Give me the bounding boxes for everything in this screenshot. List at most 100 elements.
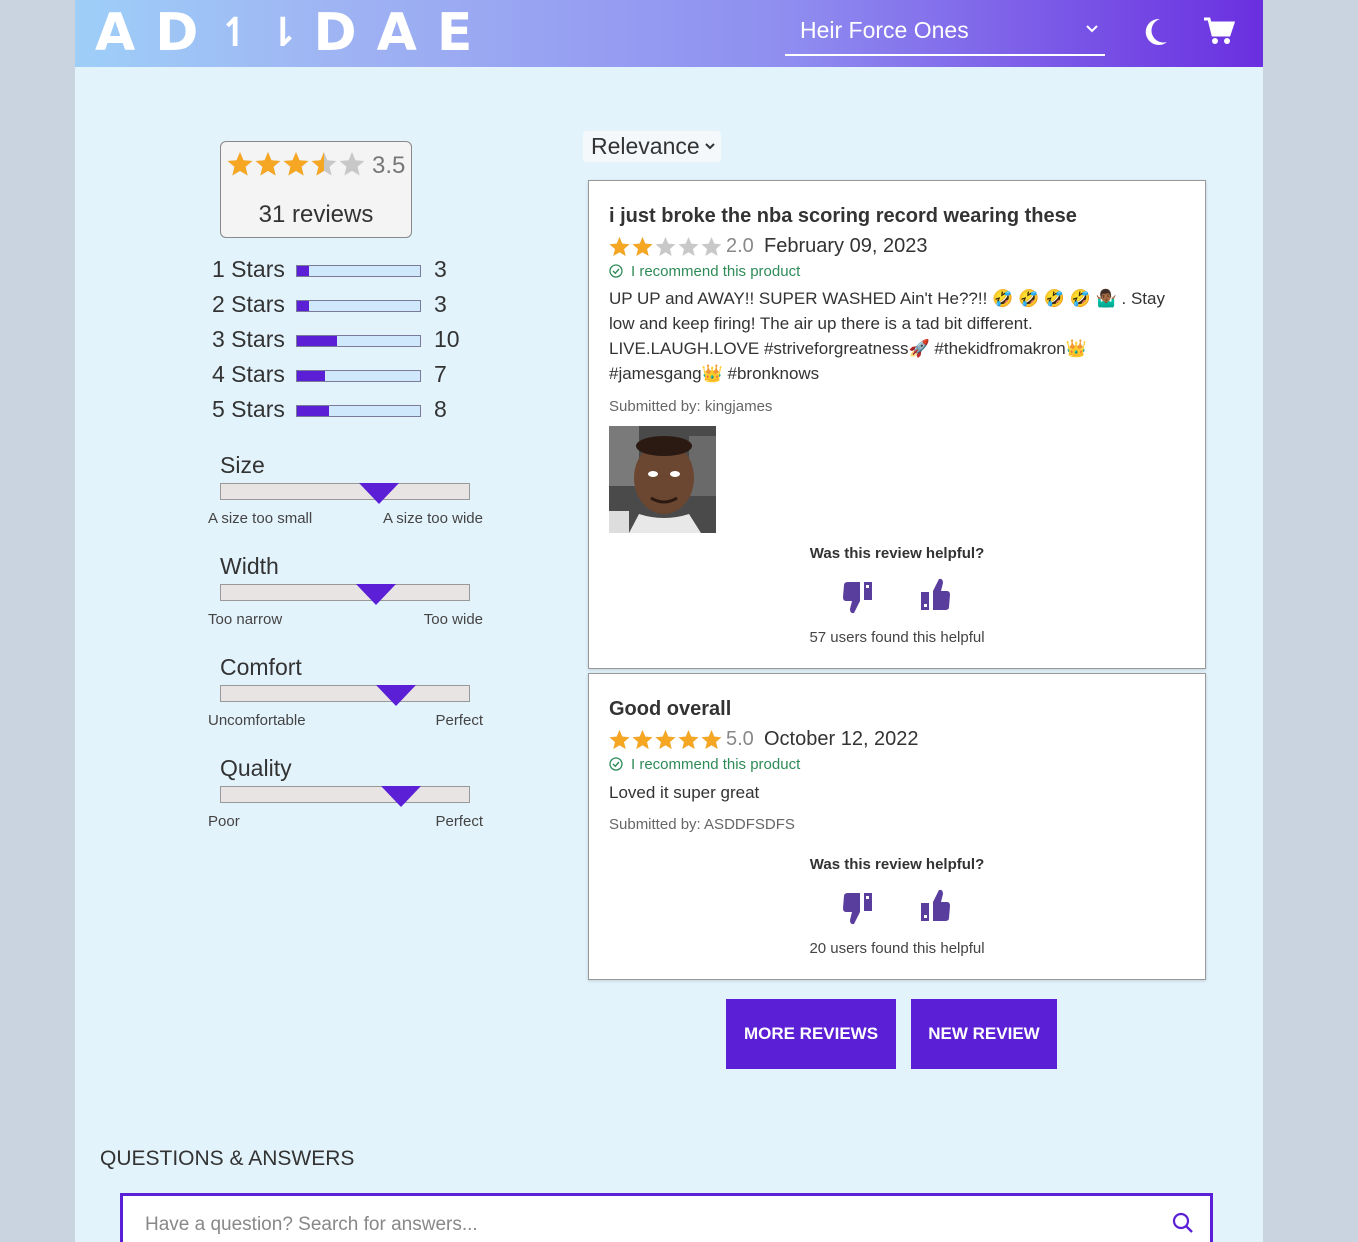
characteristic-title: Comfort: [220, 654, 302, 680]
characteristic-track: [220, 483, 470, 500]
review-stars: [609, 730, 721, 749]
breakdown-bar: [296, 405, 421, 417]
characteristic-title: Size: [220, 452, 265, 478]
characteristic-marker-icon: [381, 786, 422, 807]
star-filled-icon: [227, 152, 253, 176]
logo-right: DAE: [313, 3, 493, 63]
check-circle-icon: [609, 757, 623, 771]
logo-mid: ↿⇂: [218, 10, 314, 56]
breakdown-bar-fill: [297, 266, 309, 276]
sort-value: Relevance: [591, 133, 700, 159]
characteristic-high-label: Too wide: [423, 611, 483, 628]
breakdown-label: 1 Stars: [212, 256, 285, 282]
thumbs-down-icon[interactable]: [842, 892, 874, 926]
star-filled-icon: [609, 730, 630, 749]
breakdown-bar: [296, 335, 421, 347]
characteristic-marker-icon: [376, 685, 417, 706]
review-card: i just broke the nba scoring record wear…: [588, 180, 1206, 669]
review-title: i just broke the nba scoring record wear…: [609, 205, 1077, 227]
star-filled-icon: [632, 237, 653, 256]
breakdown-label: 4 Stars: [212, 361, 285, 387]
characteristic-low-label: A size too small: [208, 510, 313, 527]
new-review-button[interactable]: NEW REVIEW: [911, 999, 1057, 1069]
search-icon[interactable]: [1172, 1212, 1194, 1234]
characteristic-track: [220, 685, 470, 702]
characteristic-comfort: Comfort Uncomfortable Perfect: [208, 654, 488, 734]
breakdown-bar-fill: [297, 406, 329, 416]
qa-search-input[interactable]: [143, 1210, 1147, 1240]
product-select[interactable]: Heir Force Ones: [785, 12, 1105, 56]
review-stars: [609, 237, 721, 256]
helpful-question: Was this review helpful?: [809, 856, 985, 873]
characteristic-title: Width: [220, 553, 279, 579]
breakdown-count: 10: [434, 326, 460, 352]
breakdown-bar: [296, 265, 421, 277]
star-breakdown-row[interactable]: 1 Stars 3: [212, 256, 472, 286]
moon-icon[interactable]: [1141, 16, 1169, 48]
logo-left: AD: [95, 3, 219, 63]
characteristic-width: Width Too narrow Too wide: [208, 553, 488, 633]
characteristic-marker-icon: [356, 584, 397, 605]
helpful-question: Was this review helpful?: [809, 545, 985, 562]
characteristic-low-label: Uncomfortable: [208, 712, 306, 729]
characteristic-high-label: Perfect: [435, 712, 483, 729]
helpful-count: 20 users found this helpful: [809, 940, 985, 957]
rating-summary: 3.5 31 reviews: [220, 141, 412, 238]
breakdown-count: 8: [434, 396, 447, 422]
breakdown-count: 7: [434, 361, 447, 387]
review-date: February 09, 2023: [764, 235, 928, 257]
thumbs-down-icon[interactable]: [842, 581, 874, 615]
sort-select[interactable]: Relevance: [583, 131, 721, 162]
star-filled-icon: [632, 730, 653, 749]
chevron-down-icon: [705, 143, 715, 150]
star-filled-icon: [655, 730, 676, 749]
characteristic-title: Quality: [220, 755, 292, 781]
review-body: UP UP and AWAY!! SUPER WASHED Ain't He??…: [609, 289, 1165, 383]
breakdown-bar: [296, 370, 421, 382]
thumbs-up-icon[interactable]: [919, 888, 951, 922]
breakdown-bar-fill: [297, 336, 337, 346]
review-date: October 12, 2022: [764, 728, 919, 750]
star-breakdown-row[interactable]: 4 Stars 7: [212, 361, 472, 391]
characteristic-high-label: Perfect: [435, 813, 483, 830]
star-filled-icon: [283, 152, 309, 176]
page: AD↿⇂DAE Heir Force Ones 3.5 31 reviews 1…: [75, 0, 1263, 1242]
star-breakdown-row[interactable]: 2 Stars 3: [212, 291, 472, 321]
cart-icon[interactable]: [1203, 16, 1235, 46]
star-breakdown-row[interactable]: 5 Stars 8: [212, 396, 472, 426]
thumbs-up-icon[interactable]: [919, 577, 951, 611]
review-title: Good overall: [609, 698, 732, 720]
characteristic-low-label: Too narrow: [208, 611, 283, 628]
characteristic-low-label: Poor: [208, 813, 240, 830]
star-breakdown-row[interactable]: 3 Stars 10: [212, 326, 472, 356]
qa-heading: QUESTIONS & ANSWERS: [100, 1147, 355, 1170]
header: AD↿⇂DAE Heir Force Ones: [75, 0, 1263, 67]
characteristic-marker-icon: [358, 483, 399, 504]
recommend-note: I recommend this product: [609, 756, 800, 773]
check-circle-icon: [609, 264, 623, 278]
characteristic-track: [220, 584, 470, 601]
review-photo[interactable]: [609, 426, 716, 533]
characteristic-size: Size A size too small A size too wide: [208, 452, 488, 532]
star-icon: [655, 237, 676, 256]
chevron-down-icon: [1086, 25, 1098, 33]
more-reviews-button[interactable]: MORE REVIEWS: [726, 999, 896, 1069]
review-author: Submitted by: kingjames: [609, 398, 773, 415]
review-rating: 2.0: [726, 235, 754, 257]
breakdown-label: 3 Stars: [212, 326, 285, 352]
star-icon: [678, 237, 699, 256]
star-filled-icon: [609, 237, 630, 256]
recommend-note: I recommend this product: [609, 263, 800, 280]
star-icon: [339, 152, 365, 176]
average-rating: 3.5: [372, 152, 406, 179]
average-stars: [227, 152, 365, 176]
qa-search-box: [120, 1193, 1213, 1242]
breakdown-count: 3: [434, 256, 447, 282]
logo[interactable]: AD↿⇂DAE: [95, 4, 492, 62]
star-icon: [701, 237, 721, 256]
review-body: Loved it super great: [609, 783, 760, 802]
review-rating: 5.0: [726, 728, 754, 750]
characteristic-track: [220, 786, 470, 803]
recommend-text: I recommend this product: [631, 756, 801, 773]
review-author: Submitted by: ASDDFSDFS: [609, 816, 795, 833]
